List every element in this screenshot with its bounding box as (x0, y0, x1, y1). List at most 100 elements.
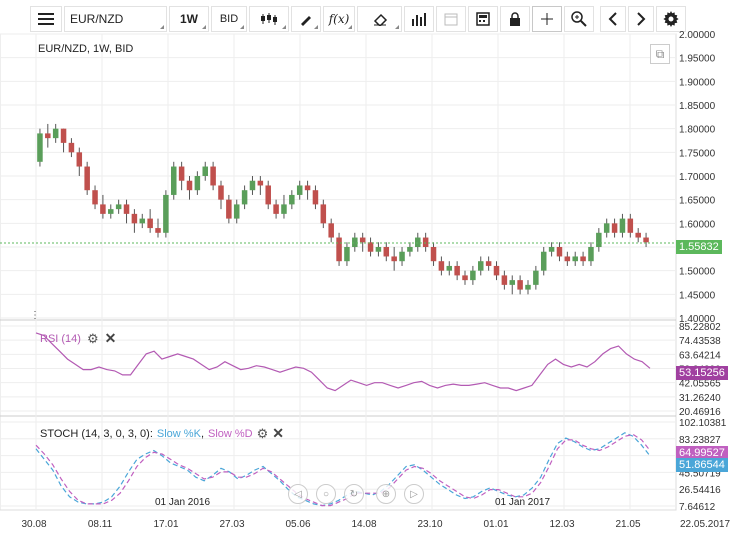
candle-body (178, 166, 185, 181)
x-tick-label: 08.11 (88, 519, 113, 530)
triangle-left-icon: ◁ (294, 488, 302, 500)
expand-button[interactable]: ⧉ (650, 44, 670, 64)
candle-body (115, 204, 122, 210)
candle-body (328, 223, 334, 238)
candle-body (517, 280, 523, 290)
candle-body (100, 204, 106, 214)
candle-body (249, 180, 256, 191)
candle-body (462, 275, 468, 281)
candle-body (454, 265, 460, 276)
y-tick-label: 1.60000 (679, 219, 716, 230)
candle-body (359, 237, 366, 243)
expand-icon: ⧉ (655, 46, 665, 61)
pan-right-button[interactable]: ▷ (404, 484, 424, 504)
candle-body (304, 185, 311, 191)
legend-separator: , (200, 427, 204, 440)
x-tick-label: 01.01 (483, 519, 508, 530)
candle-body (627, 218, 634, 233)
candle-body (635, 232, 641, 238)
chart-canvas[interactable]: 2.00000 1.95000 1.90000 1.85000 1.80000 1.750… (0, 0, 750, 533)
drag-handle-icon[interactable]: ⋮ (30, 310, 40, 321)
stoch-settings-icon[interactable]: ⚙ (257, 426, 269, 442)
pan-left-button[interactable]: ◁ (288, 484, 308, 504)
candle-body (509, 280, 515, 285)
candle-body (60, 128, 67, 143)
stoch-panel-header: STOCH (14, 3, 0, 3, 0): Slow %K, Slow %D… (40, 425, 284, 442)
candle-body (171, 166, 177, 195)
stoch-close-icon[interactable]: ✕ (272, 425, 284, 442)
candle-body (84, 166, 90, 191)
y-tick-label: 1.90000 (679, 77, 716, 88)
y-tick-label: 26.54416 (679, 485, 721, 496)
x-tick-label: 05.06 (285, 519, 310, 530)
candle-body (202, 166, 208, 176)
x-tick-label: 23.10 (417, 519, 442, 530)
magnifier-icon: ○ (322, 488, 330, 500)
candle-body (643, 237, 649, 243)
y-tick-label: 1.50000 (679, 267, 716, 278)
magnifier-plus-icon: ⊕ (381, 488, 391, 500)
candle-body (478, 261, 484, 271)
candle-body (218, 185, 224, 200)
stoch-k-legend: Slow %K (156, 427, 201, 440)
candle-body (273, 204, 279, 214)
candle-body (540, 251, 547, 271)
zoom-in-button[interactable]: ⊕ (376, 484, 396, 504)
candle-body (572, 256, 578, 262)
stoch-k-value-tag: 51.86544 (676, 458, 728, 472)
candle-body (383, 247, 390, 257)
stoch-d-legend: Slow %D (208, 427, 253, 440)
y-tick-label: 20.46916 (679, 407, 721, 418)
rsi-value-tag: 53.15256 (676, 366, 728, 380)
y-tick-label: 1.75000 (679, 148, 716, 159)
reset-view-button[interactable]: ↻ (344, 484, 364, 504)
rsi-panel-title: RSI (14) (40, 332, 81, 345)
candle-body (241, 190, 248, 205)
candle-body (588, 247, 594, 262)
rsi-series-line (35, 332, 651, 392)
x-tick-label: 17.01 (153, 519, 178, 530)
candle-body (108, 209, 114, 214)
x-tick-label: 27.03 (219, 519, 244, 530)
candle-body (407, 247, 413, 252)
y-tick-label: 7.64612 (679, 502, 716, 513)
candle-body (485, 261, 492, 266)
candle-body (52, 128, 59, 139)
x-tick-label: 30.08 (21, 519, 46, 530)
y-tick-label: 42.05565 (679, 379, 721, 390)
candle-body (312, 190, 319, 205)
candle-body (281, 204, 287, 214)
candle-body (92, 190, 98, 205)
candle-body (123, 204, 130, 214)
candle-body (147, 218, 153, 229)
candle-body (352, 237, 358, 247)
candle-body (155, 228, 161, 233)
candle-body (226, 199, 232, 219)
main-panel-title: EUR/NZD, 1W, BID (38, 43, 134, 55)
y-tick-label: 31.26240 (679, 393, 721, 404)
candle-body (430, 247, 437, 262)
candle-body (37, 133, 43, 162)
zoom-out-button[interactable]: ○ (316, 484, 336, 504)
candle-body (375, 247, 382, 252)
y-tick-label: 102.10381 (679, 418, 727, 429)
y-tick-label: 74.43538 (679, 336, 721, 347)
stoch-k-series-line (35, 432, 651, 507)
candle-body (470, 270, 476, 281)
candle-body (257, 180, 264, 186)
candle-body (233, 204, 240, 219)
candle-body (367, 242, 374, 252)
candle-body (548, 247, 555, 252)
candle-body (344, 247, 350, 262)
candle-body (139, 218, 146, 224)
triangle-right-icon: ▷ (410, 488, 418, 500)
candle-body (76, 152, 83, 167)
candle-body (422, 237, 429, 247)
candle-body (45, 133, 51, 139)
rsi-settings-icon[interactable]: ⚙ (87, 331, 99, 347)
candle-body (186, 180, 193, 191)
x-tick-label: 12.03 (549, 519, 574, 530)
year-marker-2016: 01 Jan 2016 (155, 497, 211, 508)
y-tick-label: 1.65000 (679, 196, 716, 207)
rsi-close-icon[interactable]: ✕ (105, 330, 117, 347)
